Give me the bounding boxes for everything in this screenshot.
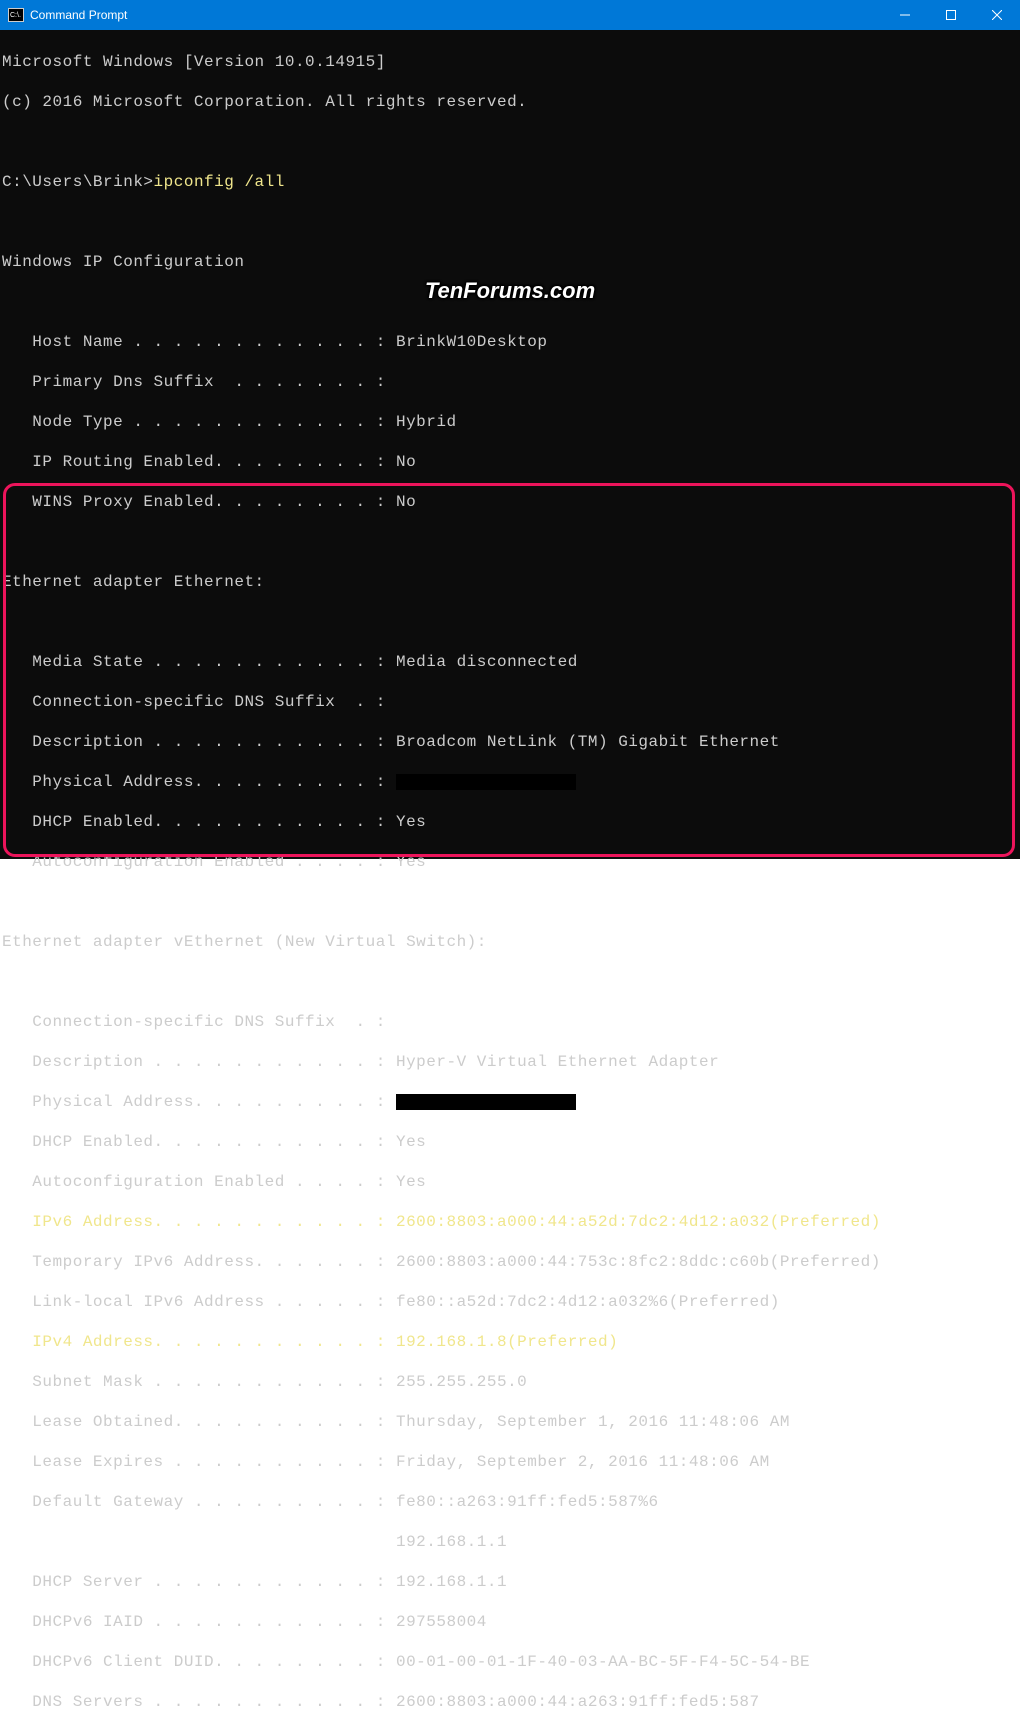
ip-routing-row: IP Routing Enabled. . . . . . . . : No: [2, 452, 1018, 472]
command-text: ipconfig /all: [154, 173, 285, 191]
copyright-line: (c) 2016 Microsoft Corporation. All righ…: [2, 92, 1018, 112]
v-physical-address-row: Physical Address. . . . . . . . . :: [2, 1092, 1018, 1112]
lease-expires-row: Lease Expires . . . . . . . . . . : Frid…: [2, 1452, 1018, 1472]
temp-ipv6-row: Temporary IPv6 Address. . . . . . : 2600…: [2, 1252, 1018, 1272]
node-type-row: Node Type . . . . . . . . . . . . : Hybr…: [2, 412, 1018, 432]
maximize-button[interactable]: [928, 0, 974, 30]
host-name-row: Host Name . . . . . . . . . . . . : Brin…: [2, 332, 1018, 352]
v-autoconf-row: Autoconfiguration Enabled . . . . : Yes: [2, 1172, 1018, 1192]
subnet-mask-row: Subnet Mask . . . . . . . . . . . : 255.…: [2, 1372, 1018, 1392]
link-local-row: Link-local IPv6 Address . . . . . : fe80…: [2, 1292, 1018, 1312]
cmd-icon: C:\.: [8, 8, 24, 22]
description-row: Description . . . . . . . . . . . : Broa…: [2, 732, 1018, 752]
command-prompt-window: C:\. Command Prompt Microsoft Windows [V…: [0, 0, 1020, 859]
primary-dns-row: Primary Dns Suffix . . . . . . . :: [2, 372, 1018, 392]
wins-proxy-row: WINS Proxy Enabled. . . . . . . . : No: [2, 492, 1018, 512]
autoconf-row: Autoconfiguration Enabled . . . . : Yes: [2, 852, 1018, 872]
version-line: Microsoft Windows [Version 10.0.14915]: [2, 52, 1018, 72]
dns-servers-row: DNS Servers . . . . . . . . . . . : 2600…: [2, 1692, 1018, 1712]
prompt-line: C:\Users\Brink>ipconfig /all: [2, 172, 1018, 192]
physical-address-row: Physical Address. . . . . . . . . :: [2, 772, 1018, 792]
default-gateway-row: Default Gateway . . . . . . . . . : fe80…: [2, 1492, 1018, 1512]
dhcp-server-row: DHCP Server . . . . . . . . . . . : 192.…: [2, 1572, 1018, 1592]
close-button[interactable]: [974, 0, 1020, 30]
ipv6-address-row: IPv6 Address. . . . . . . . . . . : 2600…: [2, 1212, 1018, 1232]
ip-config-header: Windows IP Configuration: [2, 252, 1018, 272]
dhcp-enabled-row: DHCP Enabled. . . . . . . . . . . : Yes: [2, 812, 1018, 832]
v-description-row: Description . . . . . . . . . . . : Hype…: [2, 1052, 1018, 1072]
v-conn-dns-row: Connection-specific DNS Suffix . :: [2, 1012, 1018, 1032]
title-bar[interactable]: C:\. Command Prompt: [0, 0, 1020, 30]
default-gateway-row2: 192.168.1.1: [2, 1532, 1018, 1552]
dhcpv6-iaid-row: DHCPv6 IAID . . . . . . . . . . . : 2975…: [2, 1612, 1018, 1632]
window-title: Command Prompt: [30, 8, 127, 22]
title-bar-left: C:\. Command Prompt: [0, 8, 127, 22]
prompt-prefix: C:\Users\Brink>: [2, 173, 154, 191]
minimize-button[interactable]: [882, 0, 928, 30]
redacted-mac: [396, 774, 576, 790]
redacted-mac: [396, 1094, 576, 1110]
vethernet-adapter-header: Ethernet adapter vEthernet (New Virtual …: [2, 932, 1018, 952]
watermark-text: TenForums.com: [425, 278, 595, 304]
dhcpv6-duid-row: DHCPv6 Client DUID. . . . . . . . : 00-0…: [2, 1652, 1018, 1672]
ipv4-address-row: IPv4 Address. . . . . . . . . . . : 192.…: [2, 1332, 1018, 1352]
media-state-row: Media State . . . . . . . . . . . : Medi…: [2, 652, 1018, 672]
ethernet-adapter-header: Ethernet adapter Ethernet:: [2, 572, 1018, 592]
window-controls: [882, 0, 1020, 30]
lease-obtained-row: Lease Obtained. . . . . . . . . . : Thur…: [2, 1412, 1018, 1432]
v-dhcp-row: DHCP Enabled. . . . . . . . . . . : Yes: [2, 1132, 1018, 1152]
conn-dns-row: Connection-specific DNS Suffix . :: [2, 692, 1018, 712]
